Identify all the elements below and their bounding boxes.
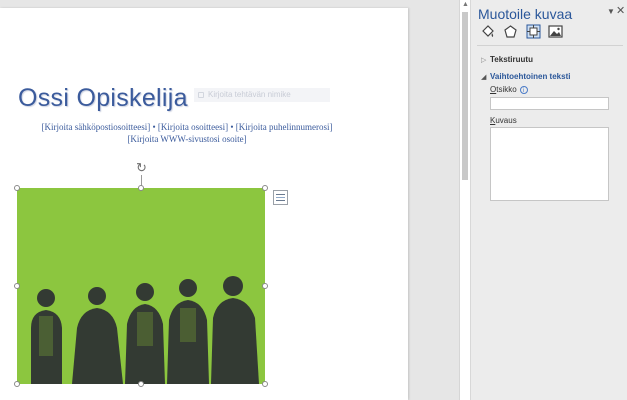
pane-title: Muotoile kuvaa bbox=[478, 6, 573, 22]
resize-handle-top-left[interactable] bbox=[14, 185, 20, 191]
section-text-box[interactable]: ▷ Tekstiruutu bbox=[481, 55, 533, 64]
picture-icon[interactable] bbox=[548, 24, 563, 39]
resize-handle-bottom[interactable] bbox=[138, 381, 144, 387]
scroll-up-icon[interactable]: ▲ bbox=[462, 1, 469, 9]
job-title-placeholder-text: Kirjoita tehtävän nimike bbox=[208, 90, 291, 99]
close-icon[interactable]: ✕ bbox=[616, 4, 625, 17]
scroll-thumb[interactable] bbox=[462, 12, 468, 180]
group-photo bbox=[31, 276, 259, 384]
layout-options-icon[interactable] bbox=[273, 190, 288, 205]
description-label-text: uvaus bbox=[495, 116, 517, 125]
rotate-handle-icon[interactable]: ↻ bbox=[135, 161, 148, 174]
content-control-icon bbox=[198, 92, 204, 98]
collapse-arrow-icon: ◢ bbox=[481, 74, 487, 81]
alt-description-input[interactable] bbox=[490, 127, 609, 201]
description-label: Kuvaus bbox=[490, 116, 517, 125]
resize-handle-right[interactable] bbox=[262, 283, 268, 289]
selected-picture[interactable] bbox=[17, 188, 265, 384]
section-text-box-label: Tekstiruutu bbox=[490, 55, 533, 64]
resize-handle-top[interactable] bbox=[138, 185, 144, 191]
resize-handle-bottom-left[interactable] bbox=[14, 381, 20, 387]
resize-handle-bottom-right[interactable] bbox=[262, 381, 268, 387]
contact-info-line[interactable]: [Kirjoita sähköpostiosoitteesi] • [Kirjo… bbox=[0, 122, 374, 132]
vertical-scrollbar[interactable]: ▲ bbox=[459, 0, 470, 400]
size-properties-icon[interactable] bbox=[526, 24, 541, 39]
info-icon[interactable]: i bbox=[519, 85, 528, 94]
pentagon-icon[interactable] bbox=[503, 24, 518, 39]
pane-divider bbox=[477, 45, 623, 46]
pane-options-chevron-icon[interactable]: ▼ bbox=[607, 7, 615, 16]
alt-title-input[interactable] bbox=[490, 97, 609, 110]
document-area: Ossi Opiskelija Kirjoita tehtävän nimike… bbox=[0, 0, 460, 400]
section-alt-text-label: Vaihtoehtoinen teksti bbox=[490, 72, 571, 81]
format-picture-pane: Muotoile kuvaa ▼ ✕ ▷ Tekstiruutu ◢ Vaihtoe… bbox=[470, 0, 627, 400]
title-label: Otsikko i bbox=[490, 85, 528, 94]
resize-handle-top-right[interactable] bbox=[262, 185, 268, 191]
name-heading[interactable]: Ossi Opiskelija bbox=[18, 84, 188, 113]
website-line[interactable]: [Kirjoita WWW-sivustosi osoite] bbox=[0, 134, 374, 144]
expand-arrow-icon: ▷ bbox=[481, 57, 487, 64]
resize-handle-left[interactable] bbox=[14, 283, 20, 289]
section-alt-text[interactable]: ◢ Vaihtoehtoinen teksti bbox=[481, 72, 570, 81]
job-title-placeholder-field[interactable]: Kirjoita tehtävän nimike bbox=[194, 88, 330, 102]
paint-bucket-icon[interactable] bbox=[480, 24, 495, 39]
title-label-text: tsikko bbox=[496, 85, 517, 94]
